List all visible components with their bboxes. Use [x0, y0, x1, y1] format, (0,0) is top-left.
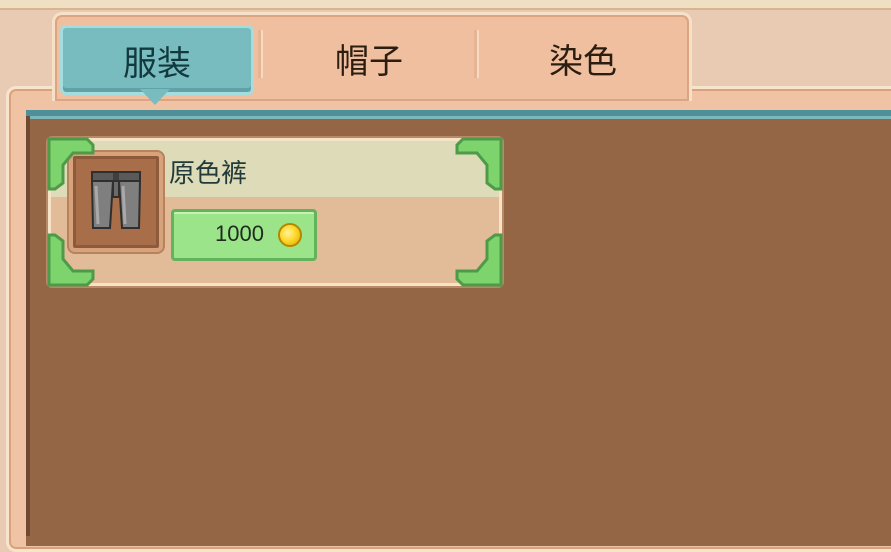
corner-ornament-icon [47, 233, 95, 287]
gold-coin-icon [278, 223, 302, 247]
active-tab-pointer-icon [140, 89, 170, 105]
tab-clothing[interactable]: 服装 [60, 25, 254, 95]
buy-price-button[interactable]: 1000 [171, 209, 317, 261]
panel-edge [26, 116, 30, 536]
tab-hats[interactable]: 帽子 [264, 24, 474, 92]
item-name: 原色裤 [169, 159, 248, 189]
tab-divider [258, 30, 263, 78]
corner-ornament-icon [455, 137, 503, 191]
tab-dye[interactable]: 染色 [478, 24, 688, 92]
corner-ornament-icon [455, 233, 503, 287]
shop-item-card[interactable]: 原色裤 1000 [47, 137, 503, 287]
top-border [0, 0, 891, 10]
corner-ornament-icon [47, 137, 95, 191]
price-value: 1000 [215, 221, 264, 246]
